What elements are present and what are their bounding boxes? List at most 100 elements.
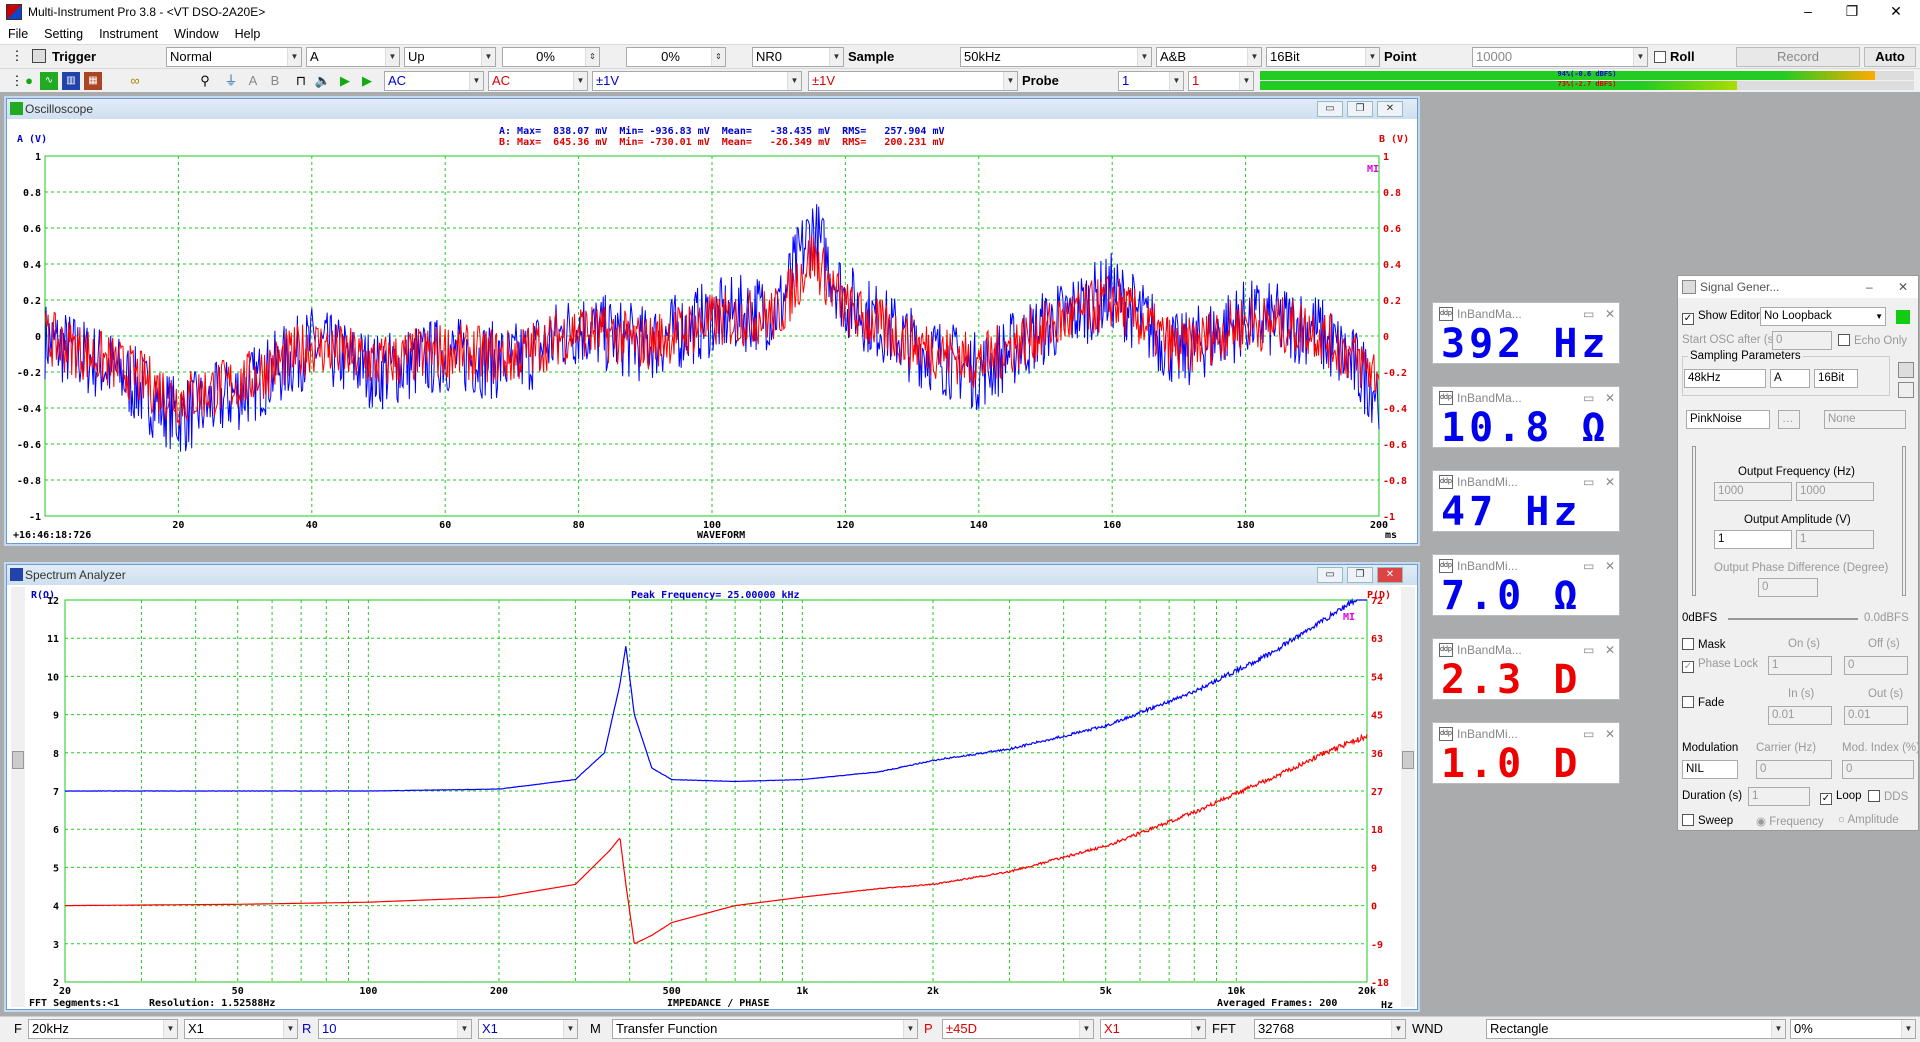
channel-icon[interactable]: ⊓	[292, 72, 310, 90]
mask-checkbox[interactable]: Mask	[1682, 638, 1725, 651]
spectrum-plot[interactable]: R(Ω) P(D) Peak Frequency= 25.00000 kHz M…	[7, 586, 1417, 1010]
spectrogram-icon[interactable]: ▦	[84, 72, 102, 90]
speaker-icon[interactable]: 🔈	[314, 72, 332, 90]
coupling-a-select[interactable]: AC ▼	[384, 71, 484, 91]
bits-select[interactable]: 16Bit ▼	[1266, 47, 1380, 67]
overlap-select[interactable]: 0% ▼	[1790, 1019, 1916, 1039]
spectrum-titlebar[interactable]: Spectrum Analyzer ▭ ❐ ✕	[7, 565, 1417, 585]
slider-a-track[interactable]	[1692, 446, 1696, 596]
close-icon[interactable]: ✕	[1874, 0, 1918, 24]
frequency-b-input[interactable]: 1000	[1796, 482, 1874, 501]
sweep-checkbox[interactable]: Sweep	[1682, 814, 1733, 827]
save-icon[interactable]	[1898, 362, 1914, 378]
left-scrollbar[interactable]	[11, 587, 25, 1007]
close-icon[interactable]: ✕	[1898, 276, 1908, 298]
menu-window[interactable]: Window	[166, 27, 226, 41]
meter-panel[interactable]: ddp InBandMi... ▭ ✕ 1.0 D	[1432, 722, 1620, 784]
amplitude-a-input[interactable]: 1	[1714, 530, 1792, 549]
oscilloscope-plot[interactable]: A (V) B (V) A: Max= 838.07 mV Min= -936.…	[7, 120, 1417, 544]
meter-titlebar[interactable]: ddp InBandMa... ▭ ✕	[1433, 387, 1619, 409]
meter-panel[interactable]: ddp InBandMi... ▭ ✕ 47 Hz	[1432, 470, 1620, 532]
waveform-select[interactable]: PinkNoise	[1686, 410, 1770, 429]
sg-rate-select[interactable]: 48kHz	[1684, 369, 1766, 388]
menu-setting[interactable]: Setting	[36, 27, 91, 41]
minimize-icon[interactable]: –	[1866, 276, 1873, 298]
oscilloscope-titlebar[interactable]: Oscilloscope ▭ ❐ ✕	[7, 99, 1417, 119]
auto-button[interactable]: Auto	[1864, 47, 1916, 67]
minimize-icon[interactable]: –	[1786, 0, 1830, 24]
trigger-edge-select[interactable]: Up ▼	[404, 47, 496, 67]
modulation-select[interactable]: NIL	[1682, 760, 1738, 779]
close-icon[interactable]: ✕	[1605, 387, 1615, 409]
menu-help[interactable]: Help	[227, 27, 269, 41]
loop-checkbox[interactable]: ✓ Loop	[1820, 790, 1862, 805]
close-icon[interactable]: ✕	[1605, 471, 1615, 493]
trigger-mode-select[interactable]: Normal ▼	[166, 47, 302, 67]
sweep-amplitude-radio[interactable]: ○ Amplitude	[1838, 814, 1899, 826]
fade-checkbox[interactable]: Fade	[1682, 696, 1724, 709]
stepper-icon[interactable]: ⇕	[711, 48, 725, 66]
meter-titlebar[interactable]: ddp InBandMa... ▭ ✕	[1433, 639, 1619, 661]
probe-b-select[interactable]: 1 ▼	[1188, 71, 1254, 91]
roll-checkbox[interactable]: Roll	[1654, 49, 1695, 64]
coupling-b-select[interactable]: AC ▼	[488, 71, 588, 91]
channels-select[interactable]: A&B ▼	[1156, 47, 1262, 67]
balance-slider[interactable]	[1728, 618, 1858, 620]
phase-lock-checkbox[interactable]: ✓ Phase Lock	[1682, 658, 1758, 673]
mode-select[interactable]: Transfer Function ▼	[612, 1019, 918, 1039]
phase-input[interactable]: 0	[1758, 578, 1818, 597]
sg-channel-select[interactable]: A	[1770, 369, 1810, 388]
minimize-icon[interactable]: ▭	[1317, 101, 1343, 117]
trigger-level-stepper[interactable]: 0% ⇕	[502, 47, 600, 67]
save-icon[interactable]	[32, 49, 46, 63]
frequency-range-select[interactable]: 20kHz ▼	[28, 1019, 178, 1039]
run-indicator-icon[interactable]: ●	[20, 72, 38, 90]
trigger-b-icon[interactable]: B	[266, 72, 284, 90]
slider-b-track[interactable]	[1902, 446, 1906, 596]
close-icon[interactable]: ✕	[1605, 303, 1615, 325]
fade-out-input[interactable]: 0.01	[1844, 706, 1908, 725]
f-zoom-select[interactable]: X1 ▼	[184, 1019, 298, 1039]
close-icon[interactable]: ✕	[1377, 567, 1403, 583]
loopback-select[interactable]: No Loopback ▼	[1760, 307, 1886, 326]
stepper-icon[interactable]: ⇕	[585, 48, 599, 66]
meter-panel[interactable]: ddp InBandMa... ▭ ✕ 392 Hz	[1432, 302, 1620, 364]
level-icon[interactable]: ⏚	[222, 72, 240, 90]
close-icon[interactable]: ✕	[1605, 723, 1615, 745]
amplitude-b-input[interactable]: 1	[1796, 530, 1874, 549]
fft-size-select[interactable]: 32768 ▼	[1254, 1019, 1406, 1039]
minimize-icon[interactable]: ▭	[1583, 303, 1594, 325]
carrier-input[interactable]: 0	[1756, 760, 1832, 779]
minimize-icon[interactable]: ▭	[1583, 471, 1594, 493]
echo-only-checkbox[interactable]: Echo Only	[1838, 334, 1907, 347]
minimize-icon[interactable]: ▭	[1583, 387, 1594, 409]
signal-analysis-icon[interactable]: ⚲	[196, 72, 214, 90]
close-icon[interactable]: ✕	[1605, 555, 1615, 577]
maximize-icon[interactable]: ❐	[1830, 0, 1874, 24]
trigger-a-icon[interactable]: A	[244, 72, 262, 90]
oscilloscope-icon[interactable]: ∿	[40, 72, 58, 90]
second-waveform-select[interactable]: None	[1824, 410, 1906, 429]
play-icon[interactable]: ▶	[336, 72, 354, 90]
minimize-icon[interactable]: ▭	[1583, 723, 1594, 745]
meter-panel[interactable]: ddp InBandMa... ▭ ✕ 2.3 D	[1432, 638, 1620, 700]
dds-checkbox[interactable]: DDS	[1868, 790, 1908, 803]
frequency-a-input[interactable]: 1000	[1714, 482, 1792, 501]
meter-panel[interactable]: ddp InBandMa... ▭ ✕ 10.8 Ω	[1432, 386, 1620, 448]
meter-titlebar[interactable]: ddp InBandMi... ▭ ✕	[1433, 555, 1619, 577]
minimize-icon[interactable]: ▭	[1583, 555, 1594, 577]
points-select[interactable]: 10000 ▼	[1472, 47, 1648, 67]
sweep-frequency-radio[interactable]: ◉ Frequency	[1756, 814, 1824, 828]
mask-off-input[interactable]: 0	[1844, 656, 1908, 675]
p-zoom-select[interactable]: X1 ▼	[1100, 1019, 1206, 1039]
minimize-icon[interactable]: ▭	[1583, 639, 1594, 661]
p-scale-select[interactable]: ±45D ▼	[942, 1019, 1094, 1039]
scroll-thumb[interactable]	[1402, 751, 1414, 769]
range-a-select[interactable]: ±1V ▼	[592, 71, 802, 91]
spectrum-icon[interactable]: ▥	[62, 72, 80, 90]
record-button[interactable]: Record	[1736, 47, 1860, 67]
duration-input[interactable]: 1	[1748, 787, 1810, 806]
range-b-select[interactable]: ±1V ▼	[808, 71, 1018, 91]
meter-titlebar[interactable]: ddp InBandMi... ▭ ✕	[1433, 471, 1619, 493]
waveform-editor-button[interactable]: …	[1778, 410, 1800, 429]
